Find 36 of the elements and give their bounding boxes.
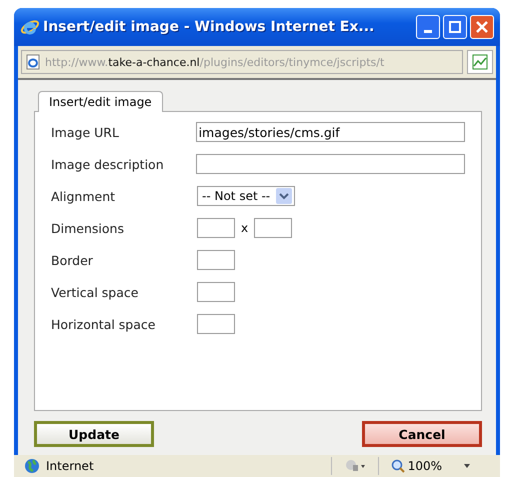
window-title: Insert/edit image - Windows Internet Ex... [43, 19, 376, 35]
field-label: Border [51, 252, 94, 268]
times-sign: x [241, 221, 248, 235]
text-field[interactable]: images/stories/cms.gif [196, 122, 465, 142]
zone-label: Internet [46, 459, 95, 473]
field-label: Image description [51, 156, 165, 172]
cancel-button[interactable]: Cancel [362, 421, 482, 447]
alignment-dropdown[interactable]: -- Not set -- [197, 186, 296, 206]
field-label: Vertical space [51, 284, 140, 300]
page-icon [25, 54, 41, 70]
close-icon [476, 21, 488, 33]
minimize-button[interactable] [416, 15, 440, 39]
caret-icon [464, 464, 470, 468]
field-label: Alignment [51, 188, 116, 204]
field-label: Image URL [51, 124, 120, 140]
address-field[interactable]: http://www.take-a-chance.nl/plugins/editors/tinymce/jscripts/t [21, 50, 463, 74]
maximize-button[interactable] [443, 15, 467, 39]
globe-icon [24, 458, 40, 474]
magnifier-icon [390, 459, 405, 473]
number-field[interactable] [197, 282, 235, 302]
picture-icon [472, 54, 488, 70]
tab[interactable]: Insert/edit image [38, 91, 163, 112]
text-field[interactable] [196, 154, 465, 174]
field-label: Horizontal space [51, 316, 156, 332]
minimize-icon [424, 30, 432, 32]
number-field[interactable] [197, 250, 235, 270]
maximize-icon [449, 21, 461, 33]
close-button[interactable] [470, 15, 494, 39]
number-field[interactable] [197, 314, 235, 334]
height-field[interactable] [254, 218, 292, 238]
field-label: Dimensions [51, 220, 125, 236]
width-field[interactable] [197, 218, 235, 238]
picture-button[interactable] [467, 50, 493, 74]
address-url: http://www.take-a-chance.nl/plugins/editors/tinymce/jscripts/t [45, 56, 384, 68]
update-button[interactable]: Update [34, 421, 154, 447]
zoom-button[interactable]: 100% [384, 459, 448, 473]
